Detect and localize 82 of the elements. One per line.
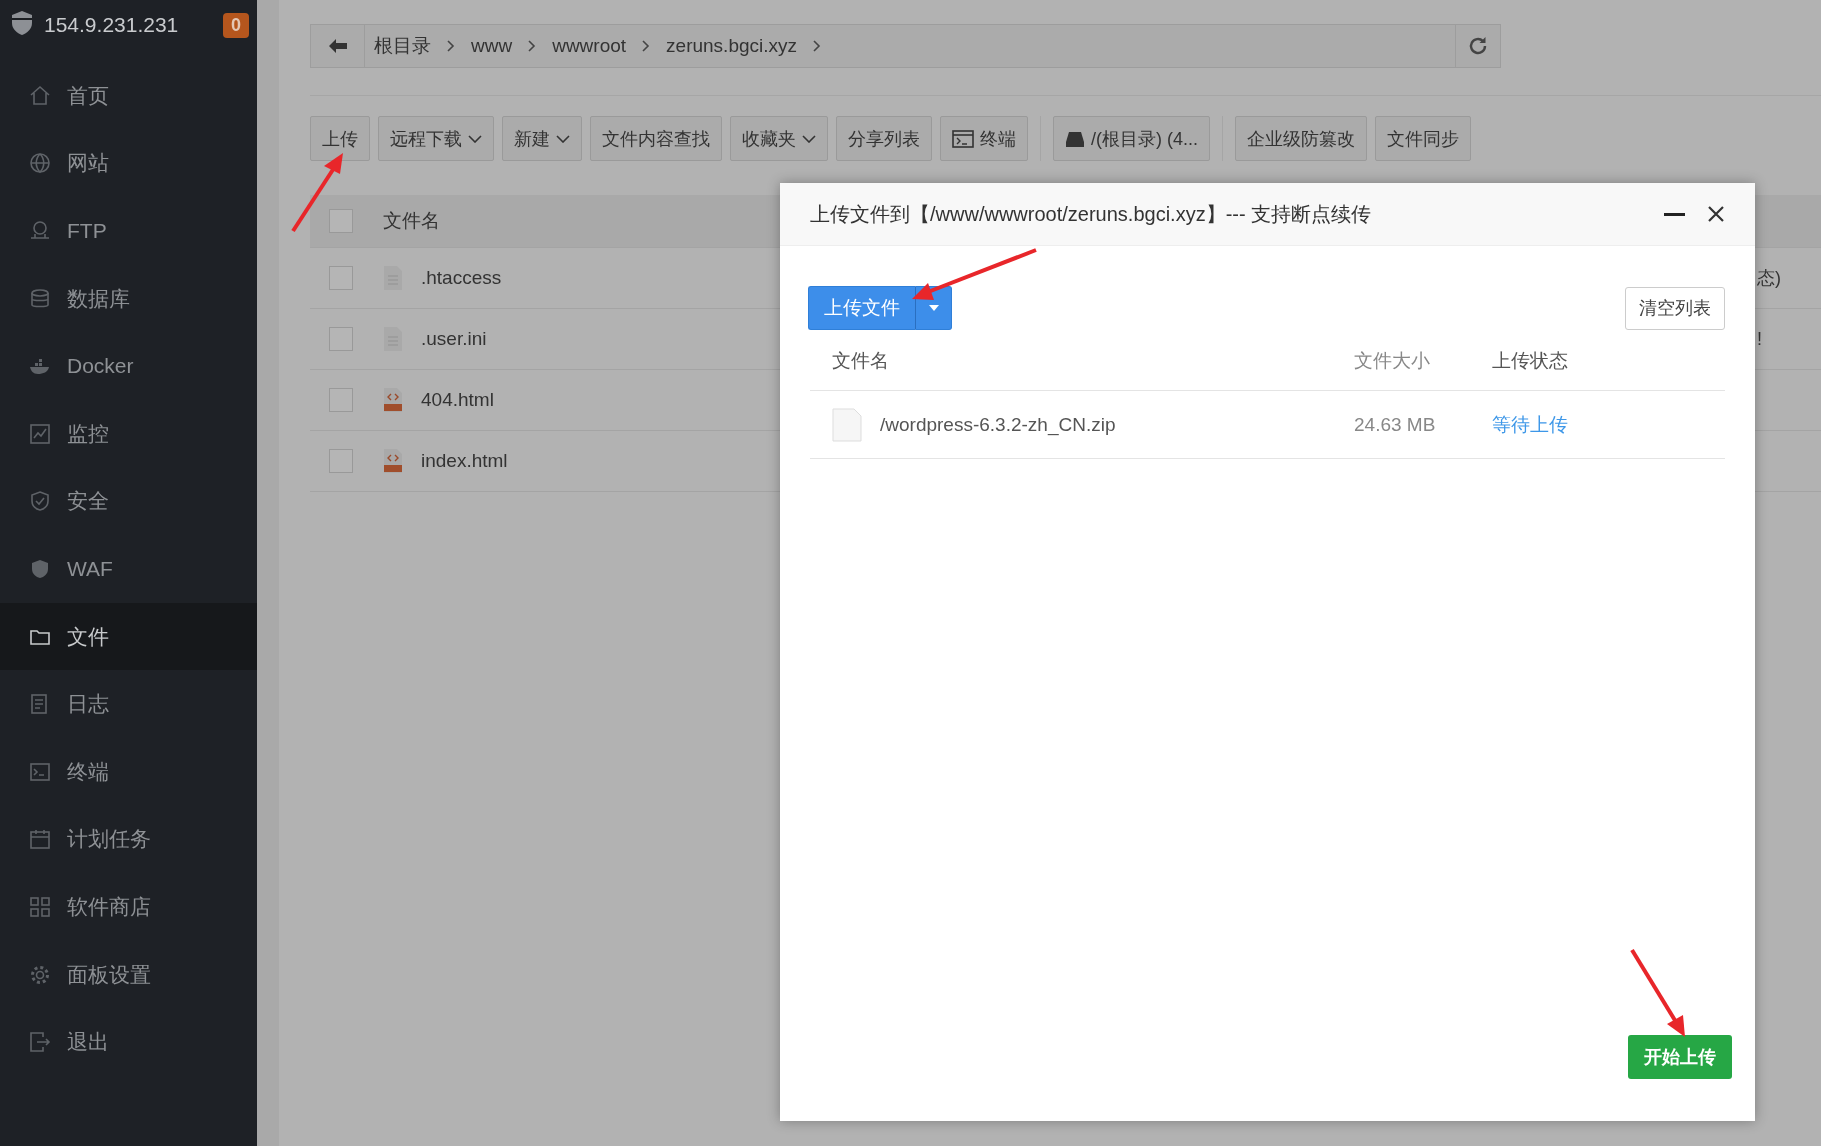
toolbar-button[interactable]: 文件同步: [1375, 116, 1471, 161]
upload-file-button[interactable]: 上传文件: [808, 286, 916, 330]
row-checkbox[interactable]: [329, 327, 353, 351]
notification-badge[interactable]: 0: [223, 12, 249, 38]
chevron-icon: [642, 40, 651, 52]
file-name[interactable]: index.html: [421, 450, 508, 472]
sidebar-item[interactable]: 首页: [0, 62, 257, 130]
file-size: 24.63 MB: [1354, 413, 1437, 436]
toolbar-button[interactable]: 新建: [502, 116, 582, 161]
toolbar-button[interactable]: 上传: [310, 116, 370, 161]
sidebar-item[interactable]: 网站: [0, 129, 257, 198]
table-cell-text: !: [1757, 328, 1763, 350]
breadcrumb-link[interactable]: www: [471, 35, 513, 57]
terminal-icon: [952, 129, 974, 148]
sidebar-item[interactable]: 退出: [0, 1008, 257, 1076]
drive-icon: [1065, 130, 1085, 147]
column-header: 文件大小: [1354, 349, 1431, 373]
exit-icon: [29, 1031, 51, 1054]
row-checkbox[interactable]: [329, 266, 353, 290]
dialog-title: 上传文件到【/www/wwwroot/zeruns.bgci.xyz】--- 支持断点续传: [810, 201, 1373, 227]
home-icon: [29, 84, 51, 107]
toolbar-button[interactable]: 文件内容查找: [590, 116, 722, 161]
database-icon: [29, 287, 51, 310]
sidebar-item[interactable]: WAF: [0, 535, 257, 603]
column-header: 文件名: [831, 349, 890, 373]
row-checkbox[interactable]: [329, 388, 353, 412]
sidebar-item[interactable]: 计划任务: [0, 805, 257, 874]
sidebar-item[interactable]: 日志: [0, 670, 257, 738]
sidebar-item[interactable]: 安全: [0, 467, 257, 536]
sidebar-item[interactable]: 监控: [0, 399, 257, 468]
row-checkbox[interactable]: [329, 449, 353, 473]
sidebar-item[interactable]: Docker: [0, 332, 257, 400]
shield-icon: [29, 490, 51, 513]
sidebar-item[interactable]: 终端: [0, 737, 257, 806]
html-file-icon: [383, 387, 403, 413]
sidebar-item[interactable]: FTP: [0, 197, 257, 265]
file-name[interactable]: .user.ini: [421, 328, 487, 350]
chevron-icon: [447, 40, 455, 52]
start-upload-button[interactable]: 开始上传: [1628, 1035, 1732, 1079]
breadcrumb-link[interactable]: zeruns.bgci.xyz: [666, 35, 798, 57]
grid-icon: [29, 895, 51, 918]
file-icon: [832, 407, 862, 442]
column-header: 上传状态: [1492, 349, 1569, 373]
gear-icon: [29, 963, 51, 986]
html-file-icon: [383, 448, 403, 474]
sidebar-item[interactable]: 数据库: [0, 264, 257, 333]
caret-icon: [928, 305, 939, 311]
calendar-icon: [29, 828, 51, 851]
toolbar-button[interactable]: /(根目录) (4...: [1053, 116, 1210, 161]
clear-list-button[interactable]: 清空列表: [1625, 286, 1725, 330]
sidebar-item[interactable]: 面板设置: [0, 940, 257, 1009]
breadcrumb-link[interactable]: 根目录: [374, 33, 431, 59]
file-name[interactable]: 404.html: [421, 389, 494, 411]
file-name[interactable]: .htaccess: [421, 267, 502, 289]
back-arrow-icon: [328, 39, 347, 53]
column-header: 文件名: [383, 209, 440, 233]
chart-icon: [29, 422, 51, 445]
upload-status: 等待上传: [1492, 412, 1569, 437]
sidebar-item[interactable]: 软件商店: [0, 873, 257, 941]
table-cell-text: 态): [1757, 267, 1782, 290]
toolbar-button[interactable]: 收藏夹: [730, 116, 828, 161]
breadcrumb-link[interactable]: wwwroot: [552, 35, 627, 57]
refresh-icon: [1467, 35, 1489, 57]
chevron-down-icon: [468, 134, 482, 143]
select-all-checkbox[interactable]: [329, 209, 353, 233]
file-name: /wordpress-6.3.2-zh_CN.zip: [880, 413, 1116, 436]
server-ip: 154.9.231.231: [44, 13, 180, 37]
chevron-down-icon: [556, 134, 570, 143]
toolbar-button[interactable]: 远程下载: [378, 116, 494, 161]
minimize-button[interactable]: [1664, 212, 1685, 216]
globe-icon: [29, 152, 51, 175]
toolbar-button[interactable]: 分享列表: [836, 116, 932, 161]
chevron-icon: [528, 40, 537, 52]
terminal-icon: [29, 760, 51, 783]
chevron-icon: [813, 40, 822, 52]
toolbar-button[interactable]: 终端: [940, 116, 1028, 161]
sidebar-item[interactable]: 文件: [0, 602, 257, 671]
shield-logo-icon: [10, 10, 34, 36]
close-icon[interactable]: [1707, 205, 1725, 223]
chevron-down-icon: [802, 134, 816, 143]
shield-icon: [29, 557, 51, 580]
toolbar-button[interactable]: 企业级防篡改: [1235, 116, 1367, 161]
